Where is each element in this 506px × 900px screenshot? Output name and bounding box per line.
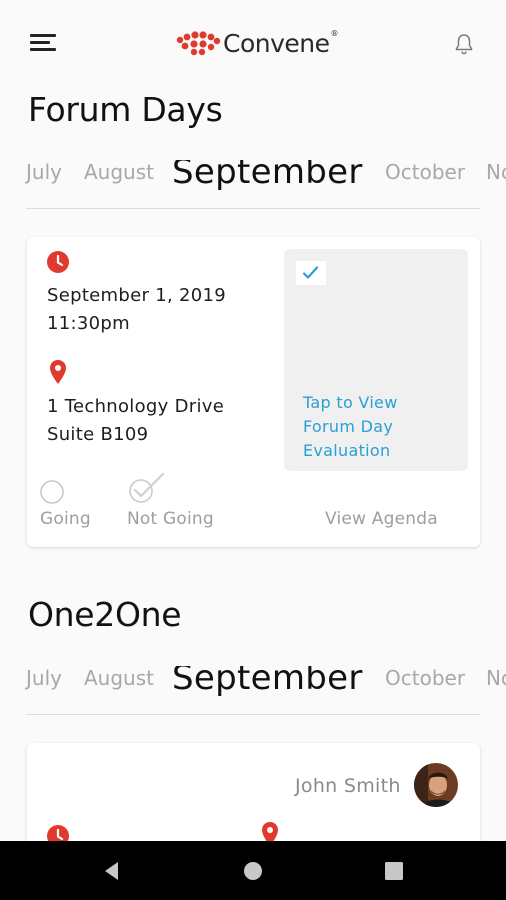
month-tab-august[interactable]: August: [84, 160, 154, 184]
month-tab-november[interactable]: No: [486, 160, 506, 184]
view-agenda-link[interactable]: View Agenda: [325, 509, 438, 529]
person-name: John Smith: [295, 775, 401, 797]
address-line-1: 1 Technology Drive: [47, 396, 225, 417]
recents-icon[interactable]: [383, 860, 405, 882]
event-datetime: September 1, 2019 11:30pm: [47, 282, 226, 338]
forum-day-card[interactable]: September 1, 2019 11:30pm 1 Technology D…: [27, 237, 480, 547]
divider: [26, 714, 480, 715]
one2one-title: One2One: [28, 595, 182, 634]
convene-logo: Convene®: [175, 27, 338, 59]
radio-circle-icon: [40, 480, 64, 504]
avatar[interactable]: [414, 763, 458, 807]
month-tab-july[interactable]: July: [26, 160, 62, 184]
convene-logo-mark-icon: [176, 31, 221, 56]
forum-days-month-selector[interactable]: July August September October No: [0, 160, 506, 210]
not-going-label: Not Going: [127, 509, 214, 529]
month-tab-october[interactable]: October: [385, 160, 465, 184]
location-pin-icon: [50, 360, 66, 384]
month-tab-september[interactable]: September: [172, 160, 363, 192]
month-tab-july[interactable]: July: [26, 666, 62, 690]
top-app-bar: Convene®: [0, 0, 506, 84]
home-icon[interactable]: [242, 860, 264, 882]
month-tab-october[interactable]: October: [385, 666, 465, 690]
clock-icon: [47, 251, 69, 273]
evaluation-line-2: Forum Day: [303, 417, 394, 436]
address-line-2: Suite B109: [47, 424, 149, 445]
going-option[interactable]: Going: [39, 477, 119, 533]
evaluation-checkbox: [296, 261, 326, 285]
avatar-photo: [414, 763, 458, 807]
forum-days-title: Forum Days: [28, 90, 223, 129]
system-navigation-bar: [0, 841, 506, 900]
checkmark-icon: [302, 266, 319, 279]
one2one-month-selector[interactable]: July August September October No: [0, 666, 506, 716]
evaluation-line-1: Tap to View: [303, 393, 398, 412]
event-address: 1 Technology Drive Suite B109: [47, 393, 224, 449]
evaluation-link-text[interactable]: Tap to View Forum Day Evaluation: [303, 391, 398, 463]
divider: [26, 208, 480, 209]
back-icon[interactable]: [101, 860, 123, 882]
hamburger-menu-icon[interactable]: [30, 34, 56, 52]
month-tab-august[interactable]: August: [84, 666, 154, 690]
event-time: 11:30pm: [47, 313, 130, 334]
bell-icon[interactable]: [452, 32, 476, 56]
month-tab-september[interactable]: September: [172, 666, 363, 698]
evaluation-line-3: Evaluation: [303, 441, 391, 460]
logo-text: Convene®: [223, 28, 338, 58]
check-circle-icon: [129, 472, 165, 503]
event-date: September 1, 2019: [47, 285, 227, 306]
going-label: Going: [40, 509, 91, 529]
month-tab-november[interactable]: No: [486, 666, 506, 690]
not-going-option[interactable]: Not Going: [127, 471, 227, 533]
forum-day-evaluation-button[interactable]: Tap to View Forum Day Evaluation: [284, 249, 468, 471]
